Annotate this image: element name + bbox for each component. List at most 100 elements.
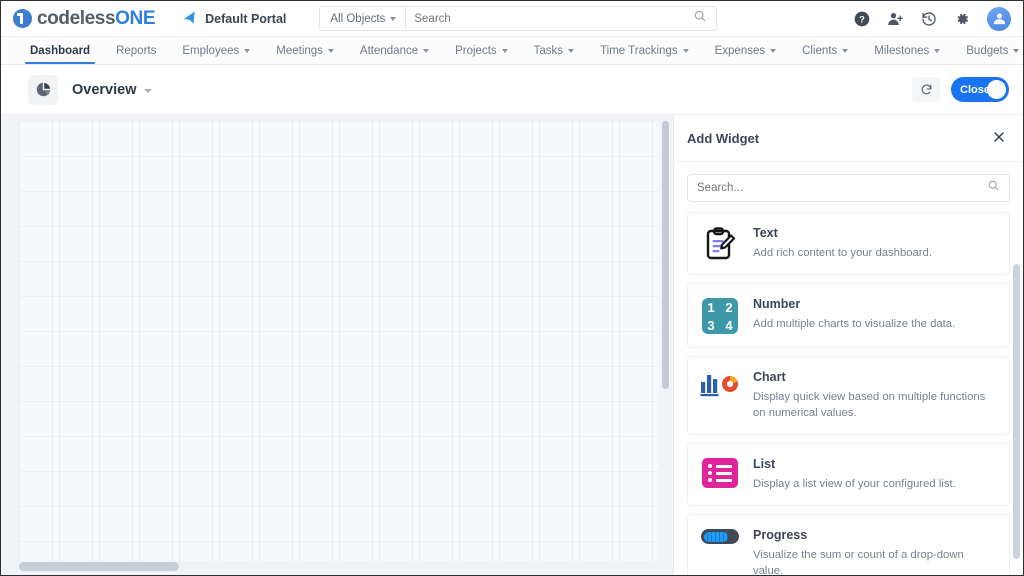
number-digit: 3	[707, 317, 715, 333]
logo-mark-icon	[13, 9, 32, 28]
nav-item-expenses[interactable]: Expenses	[702, 37, 790, 64]
history-icon[interactable]	[921, 11, 937, 27]
chevron-down-icon[interactable]	[143, 89, 152, 93]
widget-description: Visualize the sum or count of a drop-dow…	[753, 549, 964, 576]
help-icon[interactable]: ?	[854, 11, 870, 27]
nav-item-time-trackings[interactable]: Time Trackings	[587, 37, 702, 64]
nav-item-employees[interactable]: Employees	[169, 37, 263, 64]
number-digit: 2	[725, 299, 733, 315]
search-icon[interactable]	[987, 179, 1000, 197]
portal-selector[interactable]: Default Portal	[183, 10, 286, 28]
list-line	[716, 478, 732, 482]
app-window: codelessONE Default Portal All Objects ?	[0, 0, 1024, 576]
widget-description: Display quick view based on multiple fun…	[753, 391, 986, 420]
list-icon-row	[708, 471, 732, 476]
widget-card-chart[interactable]: Chart Display quick view based on multip…	[687, 356, 1010, 436]
list-line	[716, 471, 732, 475]
page-title: Overview	[72, 81, 137, 98]
close-icon[interactable]	[993, 131, 1005, 146]
nav-item-tasks[interactable]: Tasks	[521, 37, 587, 64]
nav-label: Tasks	[533, 44, 564, 57]
panel-header: Add Widget	[674, 115, 1023, 162]
logo-text-secondary: ONE	[115, 7, 156, 29]
app-logo[interactable]: codelessONE	[13, 7, 156, 30]
nav-label: Time Trackings	[600, 44, 678, 57]
widget-description: Add multiple charts to visualize the dat…	[753, 318, 956, 331]
logo-text-primary: codeless	[37, 7, 116, 29]
nav-item-clients[interactable]: Clients	[789, 37, 861, 64]
chevron-down-icon	[1013, 48, 1020, 53]
chevron-down-icon	[568, 48, 575, 53]
chevron-down-icon	[327, 48, 334, 53]
canvas-horizontal-scrollbar[interactable]	[19, 562, 179, 571]
widget-number-body: Number Add multiple charts to visualize …	[753, 297, 997, 332]
dashboard-grid[interactable]	[19, 121, 659, 561]
user-avatar[interactable]	[987, 6, 1011, 31]
clipboard-pencil-icon	[700, 226, 740, 261]
canvas-vertical-scrollbar[interactable]	[662, 121, 669, 389]
widget-card-list[interactable]: List Display a list view of your configu…	[687, 443, 1010, 507]
number-digit: 4	[725, 317, 733, 333]
add-widget-panel: Add Widget Search... Text Add rich conte…	[673, 115, 1023, 576]
toggle-knob	[987, 80, 1006, 99]
progress-icon-art	[701, 529, 739, 545]
number-grid-tiles: 1 2 3 4	[702, 298, 738, 335]
list-icon-row	[708, 464, 732, 469]
panel-vertical-scrollbar[interactable]	[1013, 264, 1020, 559]
refresh-button[interactable]	[912, 77, 940, 102]
widget-card-number[interactable]: 1 2 3 4 Number Add multiple charts to vi…	[687, 283, 1010, 349]
list-icon-art	[702, 458, 738, 489]
nav-label: Budgets	[966, 44, 1009, 57]
nav-label: Clients	[802, 44, 838, 57]
widget-description: Add rich content to your dashboard.	[753, 247, 932, 259]
list-icon	[700, 457, 740, 489]
chevron-down-icon	[244, 48, 251, 53]
nav-label: Milestones	[874, 44, 930, 57]
close-toggle[interactable]: Close	[951, 77, 1009, 102]
add-user-icon[interactable]	[887, 11, 904, 27]
panel-search-wrapper	[674, 162, 1023, 212]
dashboard-canvas[interactable]	[1, 115, 673, 575]
global-search-bar[interactable]: All Objects	[319, 6, 718, 31]
nav-label: Reports	[116, 44, 157, 57]
nav-item-projects[interactable]: Projects	[442, 37, 521, 64]
header-actions: ?	[854, 6, 1011, 31]
main-navigation: Dashboard Reports Employees Meetings Att…	[1, 37, 1023, 65]
number-grid-icon: 1 2 3 4	[700, 297, 740, 335]
widget-text-body: Text Add rich content to your dashboard.	[753, 226, 997, 261]
widget-progress-body: Progress Visualize the sum or count of a…	[753, 528, 997, 576]
widget-card-text[interactable]: Text Add rich content to your dashboard.	[687, 212, 1010, 276]
nav-item-reports[interactable]: Reports	[103, 37, 169, 64]
gear-icon[interactable]	[954, 11, 970, 27]
nav-item-meetings[interactable]: Meetings	[263, 37, 347, 64]
widget-title: List	[753, 457, 776, 472]
close-toggle-label: Close	[960, 83, 990, 96]
list-line	[716, 464, 732, 468]
search-icon[interactable]	[693, 9, 707, 28]
toolbar-actions: Close	[912, 77, 1009, 102]
widget-title: Number	[753, 297, 801, 312]
pie-chart-icon	[28, 74, 58, 105]
chevron-down-icon	[390, 16, 397, 21]
widget-title: Progress	[753, 528, 808, 543]
nav-item-milestones[interactable]: Milestones	[861, 37, 953, 64]
chevron-down-icon	[934, 48, 941, 53]
logo-text: codelessONE	[37, 7, 156, 30]
list-bullet	[708, 478, 712, 483]
widget-search-bar[interactable]	[687, 174, 1010, 202]
widget-card-progress[interactable]: Progress Visualize the sum or count of a…	[687, 514, 1010, 576]
nav-item-attendance[interactable]: Attendance	[347, 37, 442, 64]
widget-search-input[interactable]	[697, 182, 987, 194]
list-bullet	[708, 471, 712, 476]
chevron-down-icon	[682, 48, 689, 53]
search-input[interactable]	[406, 12, 694, 25]
nav-label: Dashboard	[30, 44, 91, 57]
object-type-selector[interactable]: All Objects	[320, 7, 407, 30]
widget-list[interactable]: Text Add rich content to your dashboard.…	[674, 212, 1023, 576]
widget-description: Display a list view of your configured l…	[753, 478, 956, 491]
nav-item-budgets[interactable]: Budgets	[953, 37, 1023, 64]
nav-label: Expenses	[714, 44, 766, 57]
list-bullet	[708, 464, 712, 469]
widget-title: Text	[753, 226, 778, 240]
nav-item-dashboard[interactable]: Dashboard	[17, 37, 103, 64]
